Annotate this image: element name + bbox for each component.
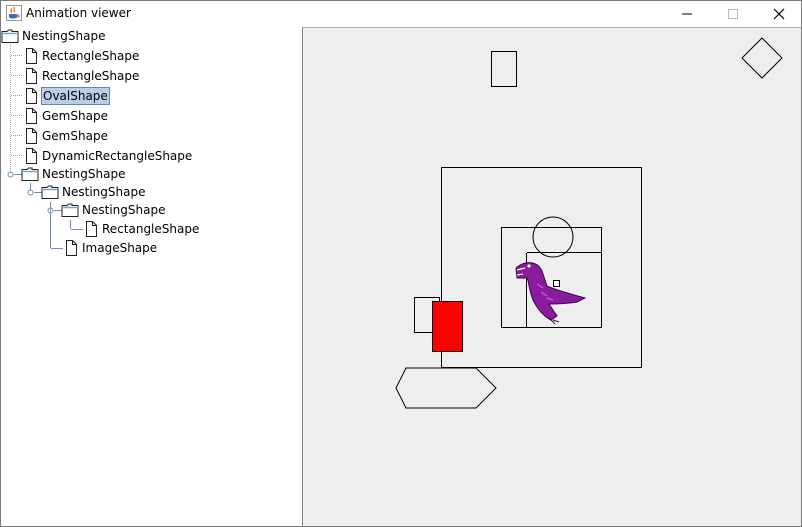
shape-tree[interactable]: NestingShape RectangleShape RectangleShape…	[1, 27, 301, 526]
tree-node-label: DynamicRectangleShape	[42, 149, 193, 163]
tree-node-label: RectangleShape	[102, 222, 200, 236]
window-title: Animation viewer	[26, 6, 131, 20]
rectangle-shape-nested	[553, 280, 560, 287]
tree-node-label: NestingShape	[82, 203, 166, 217]
tree-node-label: OvalShape	[41, 87, 110, 105]
gem-shape-hexagon	[395, 367, 497, 409]
file-icon	[26, 148, 37, 164]
maximize-button[interactable]	[710, 1, 756, 26]
maximize-icon	[728, 9, 738, 19]
tree-node-label: RectangleShape	[42, 69, 140, 83]
title-bar[interactable]: Animation viewer	[1, 1, 801, 26]
folder-icon	[1, 29, 19, 43]
rectangle-shape	[491, 51, 517, 87]
file-icon	[26, 88, 37, 104]
tree-node-label: GemShape	[42, 129, 108, 143]
tree-node-label: ImageShape	[82, 241, 158, 255]
tree-node-label: GemShape	[42, 109, 108, 123]
folder-icon	[41, 185, 59, 199]
file-icon	[26, 128, 37, 144]
minimize-button[interactable]	[664, 1, 710, 26]
tree-node-label: NestingShape	[22, 29, 106, 43]
file-icon	[66, 240, 77, 256]
animation-canvas[interactable]	[302, 27, 801, 526]
java-cup-icon	[6, 5, 22, 21]
dynamic-rectangle-shape	[432, 301, 463, 352]
file-icon	[26, 68, 37, 84]
tree-node-label: NestingShape	[42, 167, 126, 181]
file-icon	[26, 108, 37, 124]
tree-node-label: RectangleShape	[42, 49, 140, 63]
app-window: Animation viewer NestingShape RectangleS…	[0, 0, 802, 527]
nesting-shape-outer	[441, 167, 642, 368]
gem-shape	[741, 37, 783, 79]
file-icon	[26, 48, 37, 64]
close-icon	[773, 8, 785, 20]
folder-icon	[61, 203, 79, 217]
close-button[interactable]	[756, 1, 801, 26]
oval-shape	[532, 216, 574, 258]
minimize-icon	[682, 13, 692, 15]
folder-icon	[21, 167, 39, 181]
tree-node-label: NestingShape	[62, 185, 146, 199]
shapes-drawing	[395, 37, 783, 409]
file-icon	[86, 221, 97, 237]
